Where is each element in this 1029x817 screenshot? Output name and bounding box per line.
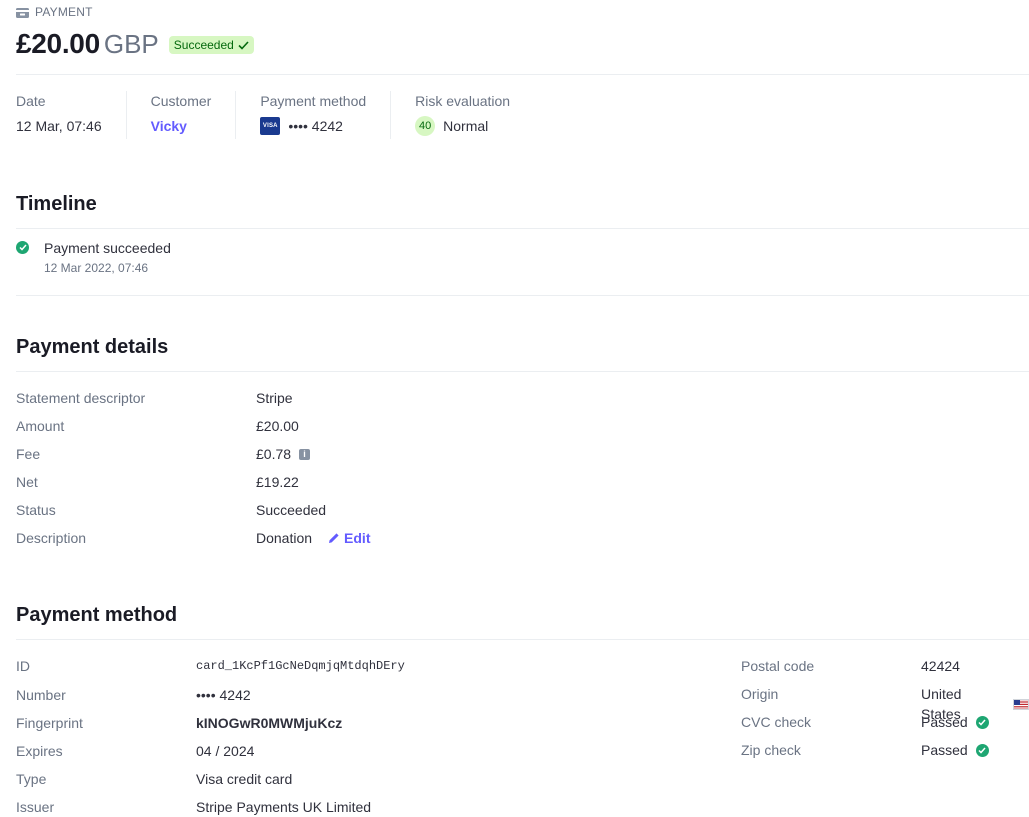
zip-check-label: Zip check xyxy=(741,742,801,758)
date-label: Date xyxy=(16,93,46,109)
payment-amount: £20.00 xyxy=(16,28,100,59)
payment-method-value: •••• 4242 xyxy=(288,118,343,134)
pencil-icon xyxy=(329,533,339,543)
card-number-label: Number xyxy=(16,687,66,703)
amount-value: £20.00 xyxy=(256,418,299,434)
card-number-value: •••• 4242 xyxy=(196,687,251,703)
postal-code-label: Postal code xyxy=(741,658,815,674)
statement-descriptor-value: Stripe xyxy=(256,390,293,406)
status-value: Succeeded xyxy=(256,502,327,518)
check-circle-icon xyxy=(975,715,989,729)
description-row: Donation Edit xyxy=(256,528,371,548)
status-label: Status xyxy=(16,502,56,518)
amount-row: £20.00 GBP Succeeded xyxy=(16,28,254,62)
risk-score-badge[interactable]: 40 xyxy=(415,116,436,136)
page-kicker: PAYMENT xyxy=(16,4,93,20)
summary-customer: Customer Vicky xyxy=(151,91,237,139)
us-flag-icon xyxy=(1013,698,1029,710)
fee-row: £0.78 i xyxy=(256,444,311,464)
card-id-label: ID xyxy=(16,658,30,674)
checkmark-icon xyxy=(238,40,249,50)
check-circle-icon xyxy=(975,743,989,757)
cvc-check-row: Passed xyxy=(921,712,989,732)
payment-method-label: Payment method xyxy=(260,93,367,109)
success-check-icon xyxy=(16,241,29,254)
zip-check-value: Passed xyxy=(921,742,968,758)
card-type-value: Visa credit card xyxy=(196,771,293,787)
description-label: Description xyxy=(16,530,87,546)
card-type-label: Type xyxy=(16,771,47,787)
zip-check-row: Passed xyxy=(921,740,989,760)
timeline-item-time: 12 Mar 2022, 07:46 xyxy=(44,261,149,275)
payment-icon xyxy=(16,7,29,18)
issuer-value: Stripe Payments UK Limited xyxy=(196,799,372,815)
fee-value: £0.78 xyxy=(256,446,292,462)
summary-date: Date 12 Mar, 07:46 xyxy=(16,91,127,139)
expires-value: 04 / 2024 xyxy=(196,743,255,759)
info-icon[interactable]: i xyxy=(299,448,311,460)
payment-method-title: Payment method xyxy=(16,604,178,626)
amount-label: Amount xyxy=(16,418,65,434)
payment-details-title: Payment details xyxy=(16,336,169,358)
timeline-item-title: Payment succeeded xyxy=(44,240,171,256)
status-badge-label: Succeeded xyxy=(173,38,234,52)
edit-label: Edit xyxy=(344,530,371,546)
visa-card-icon: VISA xyxy=(260,117,281,135)
fingerprint-label: Fingerprint xyxy=(16,715,83,731)
description-value: Donation xyxy=(256,530,313,546)
postal-code-value: 42424 xyxy=(921,658,960,674)
payment-currency: GBP xyxy=(103,29,159,59)
payment-summary: Date 12 Mar, 07:46 Customer Vicky Paymen… xyxy=(16,91,534,139)
payment-method-divider xyxy=(16,639,1029,640)
payment-details-divider xyxy=(16,371,1029,372)
fingerprint-link[interactable]: kINOGwR0MWMjuKcz xyxy=(196,713,342,733)
expires-label: Expires xyxy=(16,743,63,759)
timeline-item: Payment succeeded 12 Mar 2022, 07:46 xyxy=(16,238,171,276)
statement-descriptor-label: Statement descriptor xyxy=(16,390,146,406)
net-value: £19.22 xyxy=(256,474,299,490)
cvc-check-label: CVC check xyxy=(741,714,812,730)
summary-risk: Risk evaluation 40 Normal xyxy=(415,91,534,139)
customer-label: Customer xyxy=(150,93,212,109)
edit-description-button[interactable]: Edit xyxy=(328,528,371,548)
risk-label: Risk evaluation xyxy=(415,93,511,109)
issuer-label: Issuer xyxy=(16,799,55,815)
summary-payment-method: Payment method VISA •••• 4242 xyxy=(260,91,392,139)
timeline-bottom-divider xyxy=(16,295,1029,296)
card-id-value: card_1KcPf1GcNeDqmjqMtdqhDEry xyxy=(196,659,405,673)
kicker-label: PAYMENT xyxy=(35,5,93,19)
origin-label: Origin xyxy=(741,686,779,702)
timeline-title: Timeline xyxy=(16,193,97,215)
date-value: 12 Mar, 07:46 xyxy=(16,118,102,134)
header-divider xyxy=(16,74,1029,75)
customer-link[interactable]: Vicky xyxy=(151,115,187,137)
cvc-check-value: Passed xyxy=(921,714,968,730)
net-label: Net xyxy=(16,474,38,490)
fee-label: Fee xyxy=(16,446,41,462)
timeline-divider xyxy=(16,228,1029,229)
risk-value: Normal xyxy=(443,118,489,134)
status-badge: Succeeded xyxy=(168,36,254,54)
